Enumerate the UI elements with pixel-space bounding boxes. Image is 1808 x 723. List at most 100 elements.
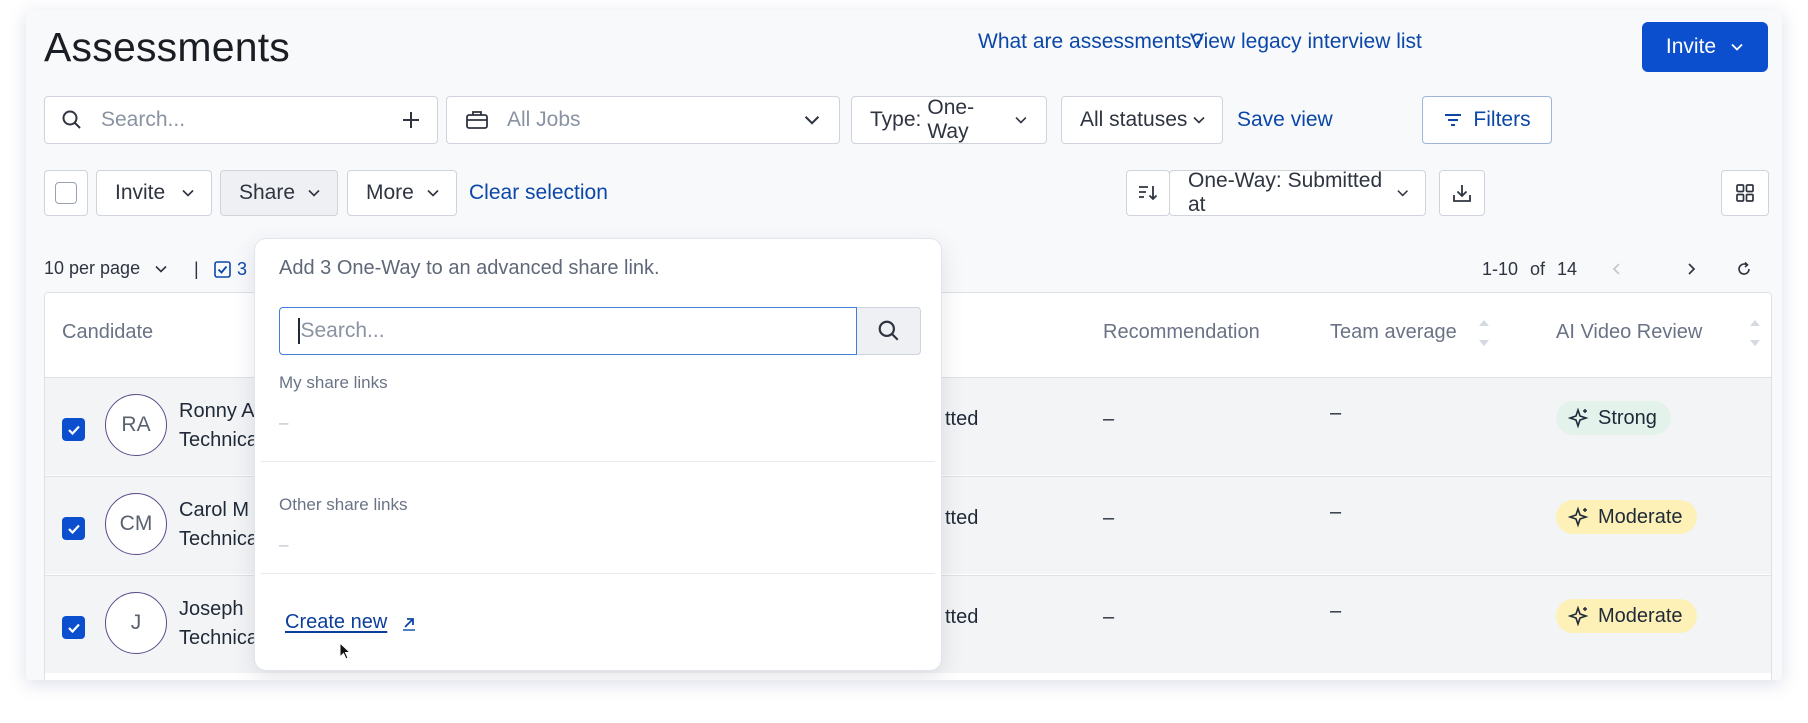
other-share-links-label: Other share links (279, 495, 408, 514)
sparkle-icon (1568, 407, 1589, 429)
column-header-candidate[interactable]: Candidate (62, 321, 153, 344)
candidate-role: Technica (179, 528, 258, 550)
row-checkbox[interactable] (62, 418, 85, 441)
download-button[interactable] (1439, 170, 1485, 216)
pagination-range: 1-10 (1482, 259, 1519, 279)
share-search-input[interactable]: Search... (279, 307, 857, 355)
divider (261, 573, 935, 574)
create-new-link[interactable]: Create new (285, 611, 417, 634)
ai-review-badge: Moderate (1556, 599, 1697, 633)
what-are-assessments-link[interactable]: What are assessments? (978, 30, 1203, 54)
status-text: tted (945, 507, 979, 529)
row-checkbox[interactable] (62, 616, 85, 639)
per-page-select[interactable]: 10 per page (44, 258, 168, 279)
status-select[interactable]: All statuses (1061, 96, 1223, 144)
grid-icon (1736, 184, 1754, 202)
my-share-links-empty: – (279, 413, 289, 432)
candidate-name[interactable]: Joseph (179, 598, 244, 621)
more-action-label: More (366, 181, 414, 204)
pagination-of: of (1530, 259, 1546, 279)
pagination-info: 1-10 of 14 (1482, 259, 1577, 280)
my-share-links-label: My share links (279, 373, 388, 392)
chevron-down-icon (155, 265, 167, 273)
chevron-down-icon (804, 116, 820, 125)
filter-icon (1445, 114, 1462, 126)
chevron-down-icon (1731, 43, 1743, 51)
chevron-down-icon (1193, 116, 1205, 124)
more-action-button[interactable]: More (347, 170, 457, 216)
sort-select[interactable]: One-Way: Submitted at (1169, 169, 1426, 216)
type-select[interactable]: Type: One-Way (851, 96, 1047, 144)
candidate-name[interactable]: Ronny A (179, 400, 255, 423)
external-link-icon (403, 617, 416, 631)
column-header-team-average[interactable]: Team average (1330, 321, 1457, 344)
briefcase-icon (466, 111, 488, 129)
sort-icon (1139, 186, 1158, 201)
sort-arrows-icon[interactable] (1477, 317, 1491, 349)
check-icon (67, 524, 80, 534)
column-header-recommendation[interactable]: Recommendation (1103, 321, 1260, 344)
chevron-down-icon (182, 189, 194, 197)
chevron-right-icon[interactable] (1684, 262, 1698, 276)
checkbox-checked-icon (214, 261, 231, 278)
status-text: tted (945, 408, 979, 430)
ai-review-label: Strong (1598, 406, 1657, 429)
recommendation-value: – (1103, 408, 1115, 430)
selected-count-indicator: 3 (214, 259, 247, 280)
select-all-checkbox[interactable] (55, 182, 77, 204)
search-input[interactable]: Search... (101, 108, 185, 132)
candidate-name[interactable]: Carol M (179, 499, 249, 522)
divider (261, 461, 935, 462)
type-select-prefix: Type: (870, 108, 922, 131)
share-dropdown: Add 3 One-Way to an advanced share link.… (254, 238, 942, 671)
share-action-button[interactable]: Share (220, 170, 338, 216)
share-search-placeholder: Search... (300, 319, 385, 342)
share-search-button[interactable] (857, 307, 921, 355)
assessments-page: Assessments What are assessments? View l… (26, 10, 1782, 680)
candidate-role: Technica (179, 429, 258, 451)
chevron-left-icon[interactable] (1610, 262, 1624, 276)
plus-icon[interactable] (401, 110, 421, 130)
share-action-label: Share (239, 181, 296, 204)
save-view-link[interactable]: Save view (1237, 108, 1333, 132)
chevron-down-icon (1397, 190, 1408, 197)
invite-button[interactable]: Invite (1642, 22, 1768, 72)
ai-review-badge: Moderate (1556, 500, 1697, 534)
check-icon (67, 425, 80, 435)
selected-count: 3 (237, 259, 248, 279)
type-select-value: One-Way (927, 96, 975, 143)
grid-view-button[interactable] (1721, 170, 1769, 216)
view-legacy-link[interactable]: View legacy interview list (1190, 30, 1422, 54)
invite-action-label: Invite (115, 181, 166, 204)
recommendation-value: – (1103, 606, 1115, 628)
refresh-icon[interactable] (1736, 261, 1752, 277)
chevron-down-icon (1015, 116, 1027, 124)
select-all-checkbox-wrap[interactable] (44, 170, 88, 216)
pagination-separator: | (194, 259, 199, 279)
sort-select-value: One-Way: Submitted at (1188, 169, 1383, 216)
avatar: RA (105, 394, 167, 456)
filters-button[interactable]: Filters (1422, 96, 1552, 144)
sort-arrows-icon[interactable] (1748, 317, 1762, 349)
create-new-label: Create new (285, 611, 388, 633)
sort-direction-button[interactable] (1126, 170, 1170, 216)
jobs-select-value: All Jobs (507, 108, 581, 131)
share-dropdown-heading: Add 3 One-Way to an advanced share link. (279, 257, 660, 279)
text-cursor (298, 318, 300, 344)
column-header-ai-review[interactable]: AI Video Review (1556, 321, 1702, 344)
download-icon (1453, 185, 1471, 202)
page-title: Assessments (44, 24, 290, 70)
jobs-select[interactable]: All Jobs (446, 96, 840, 144)
chevron-down-icon (427, 189, 439, 197)
invite-button-label: Invite (1665, 35, 1717, 58)
team-average-value: – (1330, 402, 1342, 424)
row-checkbox[interactable] (62, 517, 85, 540)
clear-selection-link[interactable]: Clear selection (469, 181, 608, 205)
ai-review-label: Moderate (1598, 505, 1683, 528)
search-field[interactable]: Search... (44, 96, 438, 144)
sparkle-icon (1568, 605, 1589, 627)
chevron-down-icon (308, 189, 320, 197)
sparkle-icon (1568, 506, 1589, 528)
ai-review-badge: Strong (1556, 401, 1671, 435)
invite-action-button[interactable]: Invite (96, 170, 212, 216)
